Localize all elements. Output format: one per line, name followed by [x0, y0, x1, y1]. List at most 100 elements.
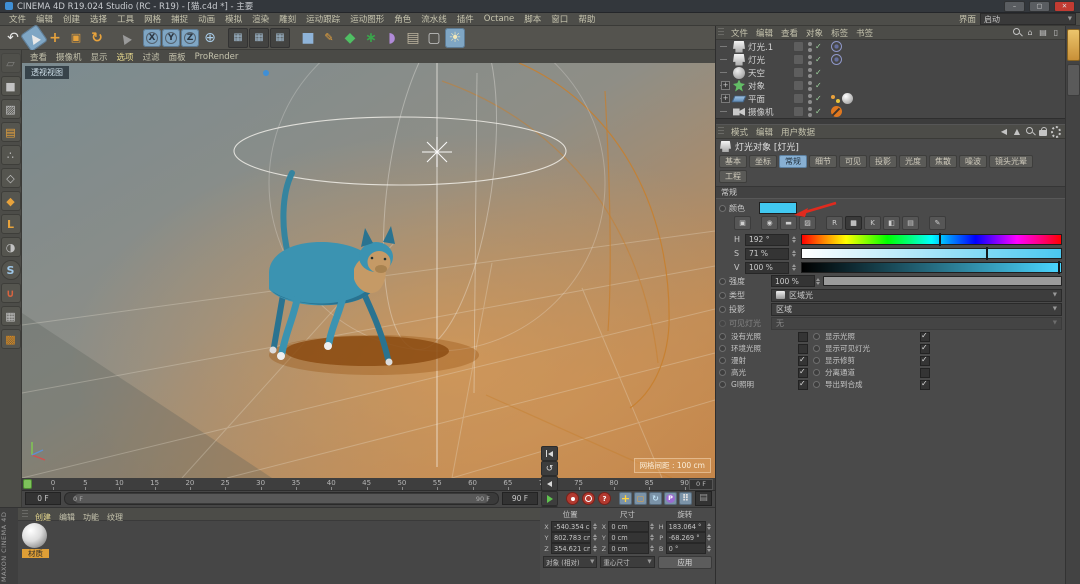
record-dot-icon[interactable]	[719, 278, 726, 285]
frame-tick[interactable]: 35	[291, 478, 300, 490]
menu-item[interactable]: 渲染	[247, 13, 274, 25]
record-dot-icon[interactable]	[719, 320, 726, 327]
material-preview-sphere[interactable]	[22, 523, 47, 548]
object-name[interactable]: 天空	[748, 67, 790, 79]
object-name[interactable]: 对象	[748, 80, 790, 92]
menu-item[interactable]: 角色	[389, 13, 416, 25]
menu-item[interactable]: 脚本	[519, 13, 546, 25]
stepper-icon[interactable]	[707, 523, 712, 530]
frame-tick[interactable]: 15	[150, 478, 159, 490]
previous-frame-button[interactable]	[541, 476, 558, 491]
record-keyframe-button[interactable]	[566, 492, 579, 505]
gear-icon[interactable]	[1051, 127, 1061, 137]
shadow-select[interactable]: 区域 ▼	[771, 303, 1062, 316]
slider-track[interactable]	[801, 262, 1062, 273]
object-type-icon[interactable]	[733, 80, 745, 92]
object-row[interactable]: + 天空 ✓	[716, 66, 1065, 79]
viewport-menu-item[interactable]: ProRender	[191, 52, 243, 62]
record-dot-icon[interactable]	[719, 205, 726, 212]
coordinate-value-field[interactable]: 0 cm	[608, 543, 648, 554]
record-parameter-toggle[interactable]	[664, 492, 677, 505]
stepper-icon[interactable]	[707, 545, 712, 552]
object-row[interactable]: + 对象 ✓	[716, 79, 1065, 92]
object-row[interactable]: + 灯光.1 ✓	[716, 40, 1065, 53]
object-name[interactable]: 摄像机	[748, 106, 790, 118]
swatch-compare-icon[interactable]: ▣	[734, 216, 751, 230]
slider-marker[interactable]	[939, 233, 941, 246]
menu-item[interactable]: 动画	[193, 13, 220, 25]
object-manager-menu-item[interactable]: 书签	[852, 27, 877, 39]
menu-item[interactable]: 雕刻	[274, 13, 301, 25]
playhead[interactable]	[23, 479, 32, 489]
lock-icon[interactable]	[1038, 127, 1048, 137]
color-from-image-icon[interactable]: ▨	[799, 216, 816, 230]
slider-value-field[interactable]: 71 %	[745, 248, 789, 260]
enable-check-icon[interactable]: ✓	[815, 55, 822, 64]
stepper-icon[interactable]	[592, 523, 597, 530]
stepper-icon[interactable]	[650, 545, 655, 552]
slider-marker[interactable]	[986, 247, 988, 260]
frame-tick[interactable]: 10	[115, 478, 124, 490]
intensity-slider[interactable]	[823, 276, 1062, 286]
menu-item[interactable]: 帮助	[573, 13, 600, 25]
viewport-scene[interactable]	[22, 63, 715, 478]
color-swatch[interactable]	[759, 202, 797, 214]
attribute-tab[interactable]: 坐标	[749, 155, 777, 168]
workplane-lock-icon[interactable]: ▦	[1, 306, 21, 326]
camera-icon[interactable]: ▢	[424, 28, 444, 48]
record-dot-icon[interactable]	[719, 369, 726, 376]
workplane-mode-icon[interactable]: ▤	[1, 122, 21, 142]
record-dot-icon[interactable]	[813, 345, 820, 352]
rgb-sliders-icon[interactable]: R	[826, 216, 843, 230]
stepper-icon[interactable]	[592, 545, 597, 552]
frame-tick[interactable]: 80	[609, 478, 618, 490]
home-icon[interactable]: ⌂	[1025, 28, 1035, 38]
coordinate-system-icon[interactable]: ⊕	[200, 28, 220, 48]
autokey-button[interactable]	[582, 492, 595, 505]
light-type-select[interactable]: 区域光 ▼	[771, 289, 1062, 302]
search-icon[interactable]	[1012, 28, 1022, 38]
object-type-icon[interactable]	[732, 95, 747, 102]
menu-item[interactable]: 网格	[139, 13, 166, 25]
target-tag-icon[interactable]	[831, 54, 842, 65]
layer-toggle-icon[interactable]	[793, 67, 804, 78]
stepper-icon[interactable]	[707, 534, 712, 541]
texture-tag-icon[interactable]	[842, 93, 853, 104]
visible-light-select[interactable]: 无 ▼	[771, 317, 1062, 330]
record-position-toggle[interactable]	[619, 492, 632, 505]
object-manager-menu-item[interactable]: 查看	[777, 27, 802, 39]
menu-item[interactable]: 工具	[112, 13, 139, 25]
attribute-menu-item[interactable]: 模式	[727, 126, 752, 138]
record-dot-icon[interactable]	[813, 381, 820, 388]
last-tool-icon[interactable]: ▲	[111, 24, 139, 52]
object-row[interactable]: + 平面 ✓	[716, 92, 1065, 105]
object-row[interactable]: + 灯光 ✓	[716, 53, 1065, 66]
close-button[interactable]: ✕	[1054, 1, 1075, 12]
frame-tick[interactable]: 5	[82, 478, 88, 490]
workplane-snap-icon[interactable]: ▩	[1, 329, 21, 349]
viewport-menu-item[interactable]: 查看	[26, 51, 51, 63]
dock-tab-objects[interactable]	[1067, 29, 1080, 61]
layer-toggle-icon[interactable]	[793, 41, 804, 52]
menu-item[interactable]: 运动图形	[345, 13, 389, 25]
checkbox[interactable]	[798, 368, 808, 378]
attribute-tab[interactable]: 细节	[809, 155, 837, 168]
checkbox[interactable]	[798, 332, 808, 342]
intensity-value-field[interactable]: 100 %	[771, 275, 815, 287]
panel-grip-icon[interactable]	[22, 510, 28, 519]
checkbox[interactable]	[920, 368, 930, 378]
record-dot-icon[interactable]	[813, 357, 820, 364]
panel-grip-icon[interactable]	[718, 28, 724, 37]
material-name[interactable]: 材质	[22, 549, 49, 558]
frame-tick[interactable]: 85	[645, 478, 654, 490]
object-row[interactable]: + 摄像机 ✓	[716, 105, 1065, 118]
undo-icon[interactable]: ↶	[3, 28, 23, 48]
frame-tick[interactable]: 45	[362, 478, 371, 490]
object-name[interactable]: 平面	[748, 93, 790, 105]
model-mode-icon[interactable]: ■	[1, 76, 21, 96]
visibility-dots-icon[interactable]	[807, 68, 812, 78]
enable-check-icon[interactable]: ✓	[815, 107, 822, 116]
menu-item[interactable]: 流水线	[416, 13, 452, 25]
attribute-tab[interactable]: 基本	[719, 155, 747, 168]
menu-item[interactable]: 捕捉	[166, 13, 193, 25]
